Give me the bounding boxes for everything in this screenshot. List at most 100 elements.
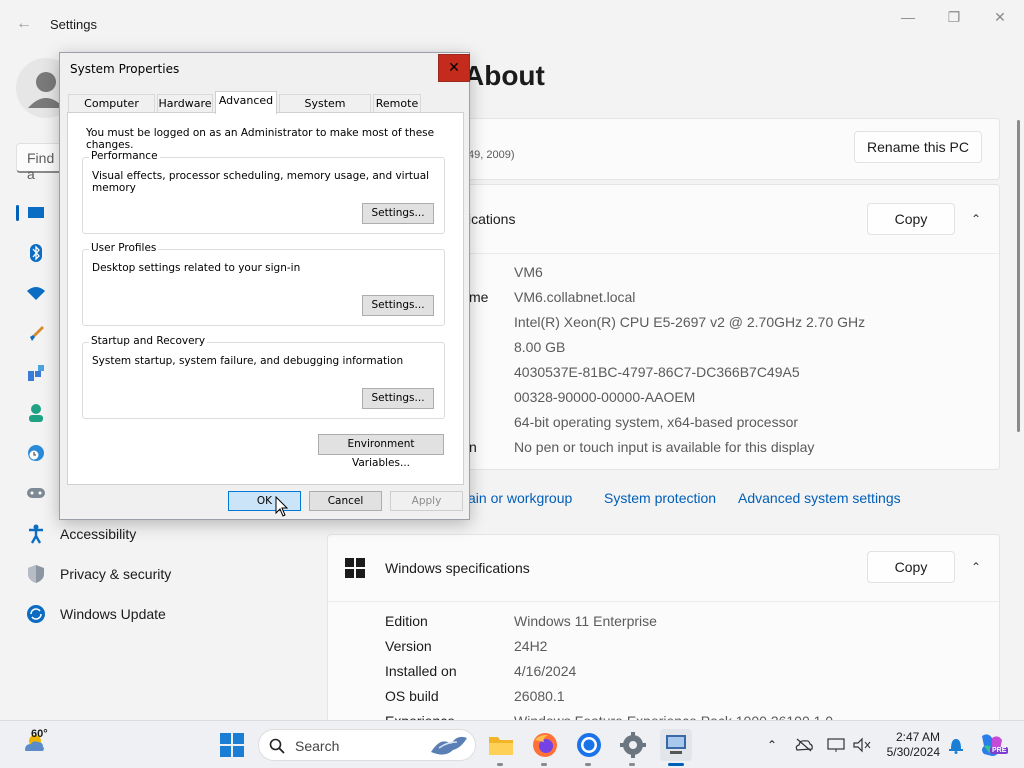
- page-title: About: [464, 60, 545, 91]
- apps-icon: [26, 363, 46, 383]
- back-icon[interactable]: ←: [14, 14, 34, 34]
- chevron-up-icon[interactable]: ⌃: [968, 559, 984, 575]
- spec-value: Windows 11 Enterprise: [514, 613, 657, 629]
- tab-advanced[interactable]: Advanced: [215, 91, 277, 114]
- file-explorer-button[interactable]: [485, 729, 517, 761]
- group-description: Desktop settings related to your sign-in: [92, 262, 301, 274]
- close-button[interactable]: ✕: [438, 54, 470, 82]
- spec-value: 8.00 GB: [514, 339, 566, 355]
- folder-icon: [489, 737, 513, 755]
- brush-icon: [26, 323, 46, 343]
- startup-recovery-group: Startup and Recovery System startup, sys…: [82, 335, 445, 419]
- tab-hardware[interactable]: Hardware: [157, 94, 213, 113]
- running-indicator: [497, 763, 503, 766]
- clock-globe-icon: [26, 443, 46, 463]
- spec-label: Installed on: [385, 663, 457, 679]
- spec-label: me: [469, 289, 489, 305]
- sidebar-item-label: Accessibility: [60, 526, 137, 542]
- gamepad-icon: [26, 483, 46, 503]
- sidebar-item-label: Privacy & security: [60, 566, 172, 582]
- spec-label: Edition: [385, 613, 428, 629]
- running-indicator: [541, 763, 547, 766]
- sidebar-item-accessibility[interactable]: Accessibility: [16, 516, 316, 552]
- wifi-icon: [26, 283, 46, 303]
- system-properties-dialog: System Properties ✕ Computer Name Hardwa…: [59, 52, 470, 520]
- chevron-up-icon[interactable]: ⌃: [968, 211, 984, 227]
- spec-value: No pen or touch input is available for t…: [514, 439, 815, 455]
- onedrive-tray-button[interactable]: [792, 729, 816, 761]
- copy-button[interactable]: Copy: [867, 551, 955, 583]
- spec-value: 64-bit operating system, x64-based proce…: [514, 414, 799, 430]
- tab-remote[interactable]: Remote: [373, 94, 421, 113]
- accessibility-icon: [26, 524, 46, 544]
- time: 2:47 AM: [895, 730, 940, 744]
- taskbar-search[interactable]: Search: [258, 729, 476, 761]
- group-title: Startup and Recovery: [89, 335, 208, 347]
- sidebar-item-windows-update[interactable]: Windows Update: [16, 596, 316, 632]
- spec-value: 4030537E-81BC-4797-86C7-DC366B7C49A5: [514, 364, 800, 380]
- weather-temp: 60°: [31, 728, 48, 740]
- spec-label: OS build: [385, 688, 439, 704]
- bluetooth-icon: [26, 243, 46, 263]
- copy-button[interactable]: Copy: [867, 203, 955, 235]
- advanced-system-settings-link[interactable]: Advanced system settings: [738, 490, 901, 506]
- firefox-icon: [533, 733, 557, 757]
- taskbar: 60° Search ⌃ 2:47 AM 5/30/2024 PRE: [0, 720, 1024, 768]
- dialog-title: System Properties: [70, 62, 180, 76]
- tab-system-protection[interactable]: System Protection: [279, 94, 371, 127]
- restore-icon[interactable]: ❐: [934, 6, 974, 28]
- chevron-up-icon: ⌃: [766, 738, 778, 752]
- search-icon: [269, 738, 285, 754]
- windows-logo-icon: [345, 558, 365, 583]
- sidebar-item-privacy-security[interactable]: Privacy & security: [16, 556, 316, 592]
- chrome-button[interactable]: [573, 729, 605, 761]
- device-subtitle: 49, 2009): [468, 149, 515, 161]
- network-tray-button[interactable]: [824, 729, 848, 761]
- system-protection-link[interactable]: System protection: [604, 490, 716, 506]
- domain-workgroup-link[interactable]: ain or workgroup: [468, 490, 572, 506]
- volume-muted-icon: [853, 737, 871, 753]
- group-title: Performance: [89, 150, 160, 162]
- volume-tray-button[interactable]: [850, 729, 874, 761]
- search-label: Search: [295, 738, 340, 754]
- spec-label: n: [469, 439, 477, 455]
- spec-value: VM6: [514, 264, 543, 280]
- spec-value: VM6.collabnet.local: [514, 289, 636, 305]
- close-icon[interactable]: ✕: [980, 6, 1020, 28]
- spec-value: 4/16/2024: [514, 663, 577, 679]
- active-indicator: [668, 763, 684, 766]
- system-properties-taskbar-button[interactable]: [660, 729, 692, 761]
- copilot-button[interactable]: PRE: [976, 729, 1009, 761]
- start-button[interactable]: [216, 729, 248, 761]
- notifications-button[interactable]: [944, 729, 968, 761]
- running-indicator: [585, 763, 591, 766]
- app-title: Settings: [50, 17, 97, 32]
- cloud-offline-icon: [795, 738, 813, 752]
- ok-button[interactable]: OK: [228, 491, 301, 511]
- clock[interactable]: 2:47 AM 5/30/2024: [884, 730, 940, 760]
- mouse-cursor-icon: [275, 496, 289, 517]
- windows-specs-header: Windows specifications: [385, 560, 530, 576]
- running-indicator: [629, 763, 635, 766]
- performance-settings-button[interactable]: Settings...: [362, 203, 434, 224]
- cancel-button[interactable]: Cancel: [309, 491, 382, 511]
- firefox-button[interactable]: [529, 729, 561, 761]
- spec-value: 00328-90000-00000-AAOEM: [514, 389, 696, 405]
- tab-computer-name[interactable]: Computer Name: [68, 94, 155, 127]
- show-hidden-icons-button[interactable]: ⌃: [760, 729, 784, 761]
- group-title: User Profiles: [89, 242, 159, 254]
- settings-app-button[interactable]: [617, 729, 649, 761]
- startup-recovery-settings-button[interactable]: Settings...: [362, 388, 434, 409]
- environment-variables-button[interactable]: Environment Variables...: [318, 434, 444, 469]
- user-profiles-group: User Profiles Desktop settings related t…: [82, 242, 445, 326]
- rename-pc-button[interactable]: Rename this PC: [854, 131, 982, 163]
- update-icon: [26, 604, 46, 624]
- minimize-icon[interactable]: —: [888, 6, 928, 28]
- gear-icon: [620, 732, 646, 758]
- apply-button[interactable]: Apply: [390, 491, 463, 511]
- user-profiles-settings-button[interactable]: Settings...: [362, 295, 434, 316]
- tab-panel-advanced: You must be logged on as an Administrato…: [67, 112, 464, 485]
- group-description: System startup, system failure, and debu…: [92, 355, 404, 367]
- scrollbar[interactable]: [1017, 120, 1020, 432]
- device-specs-header: ications: [468, 211, 516, 227]
